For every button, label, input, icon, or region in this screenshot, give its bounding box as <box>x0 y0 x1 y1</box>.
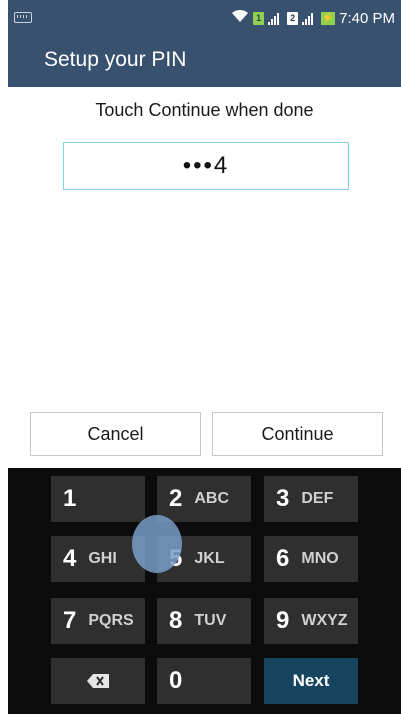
key-digit: 8 <box>169 607 183 634</box>
key-7[interactable]: 7 PQRS <box>51 598 145 644</box>
key-letters: DEF <box>301 490 334 507</box>
title-bar: Setup your PIN <box>8 36 401 87</box>
continue-button[interactable]: Continue <box>212 412 383 456</box>
key-letters: TUV <box>194 612 227 629</box>
key-3[interactable]: 3 DEF <box>264 476 358 522</box>
key-0[interactable]: 0 <box>157 658 251 704</box>
backspace-icon <box>87 674 109 688</box>
key-digit: 2 <box>169 485 183 512</box>
key-4[interactable]: 4 GHI <box>51 536 145 582</box>
key-digit: 6 <box>276 545 290 572</box>
status-icons: 1 2 ⚡ 7:40 PM <box>231 0 395 36</box>
key-letters: GHI <box>88 550 117 567</box>
key-letters: WXYZ <box>301 612 348 629</box>
page-title: Setup your PIN <box>44 48 187 71</box>
key-digit: 5 <box>169 545 183 572</box>
signal-icon-1 <box>268 12 280 25</box>
signal-icon-2 <box>302 12 314 25</box>
cancel-button[interactable]: Cancel <box>30 412 201 456</box>
next-key[interactable]: Next <box>264 658 358 704</box>
status-bar: 1 2 ⚡ 7:40 PM <box>8 0 401 36</box>
key-5[interactable]: 5 JKL <box>157 536 251 582</box>
key-digit: 0 <box>169 667 183 694</box>
clock: 7:40 PM <box>339 9 395 27</box>
key-1[interactable]: 1 <box>51 476 145 522</box>
key-letters: JKL <box>194 550 225 567</box>
key-digit: 7 <box>63 607 77 634</box>
key-digit: 4 <box>63 545 77 572</box>
instruction-text: Touch Continue when done <box>95 100 314 120</box>
key-9[interactable]: 9 WXYZ <box>264 598 358 644</box>
key-digit: 1 <box>63 485 77 512</box>
key-letters: PQRS <box>88 612 134 629</box>
sim2-icon: 2 <box>287 11 299 25</box>
key-letters: ABC <box>194 490 230 507</box>
sim1-icon: 1 <box>253 11 265 25</box>
key-6[interactable]: 6 MNO <box>264 536 358 582</box>
wifi-icon <box>231 9 249 27</box>
battery-icon: ⚡ <box>321 11 336 25</box>
key-digit: 3 <box>276 485 290 512</box>
numeric-keypad: 1 2 ABC 3 DEF 4 GHI 5 JKL 6 MNO 7 PQRS 8 <box>8 468 401 714</box>
key-2[interactable]: 2 ABC <box>157 476 251 522</box>
key-digit: 9 <box>276 607 290 634</box>
key-8[interactable]: 8 TUV <box>157 598 251 644</box>
keyboard-icon <box>14 12 32 23</box>
screen: 1 2 ⚡ 7:40 PM Setup your PIN Touch Conti… <box>0 0 401 714</box>
key-letters: MNO <box>301 550 339 567</box>
pin-input[interactable]: •••4 <box>63 142 349 190</box>
delete-key[interactable] <box>51 658 145 704</box>
